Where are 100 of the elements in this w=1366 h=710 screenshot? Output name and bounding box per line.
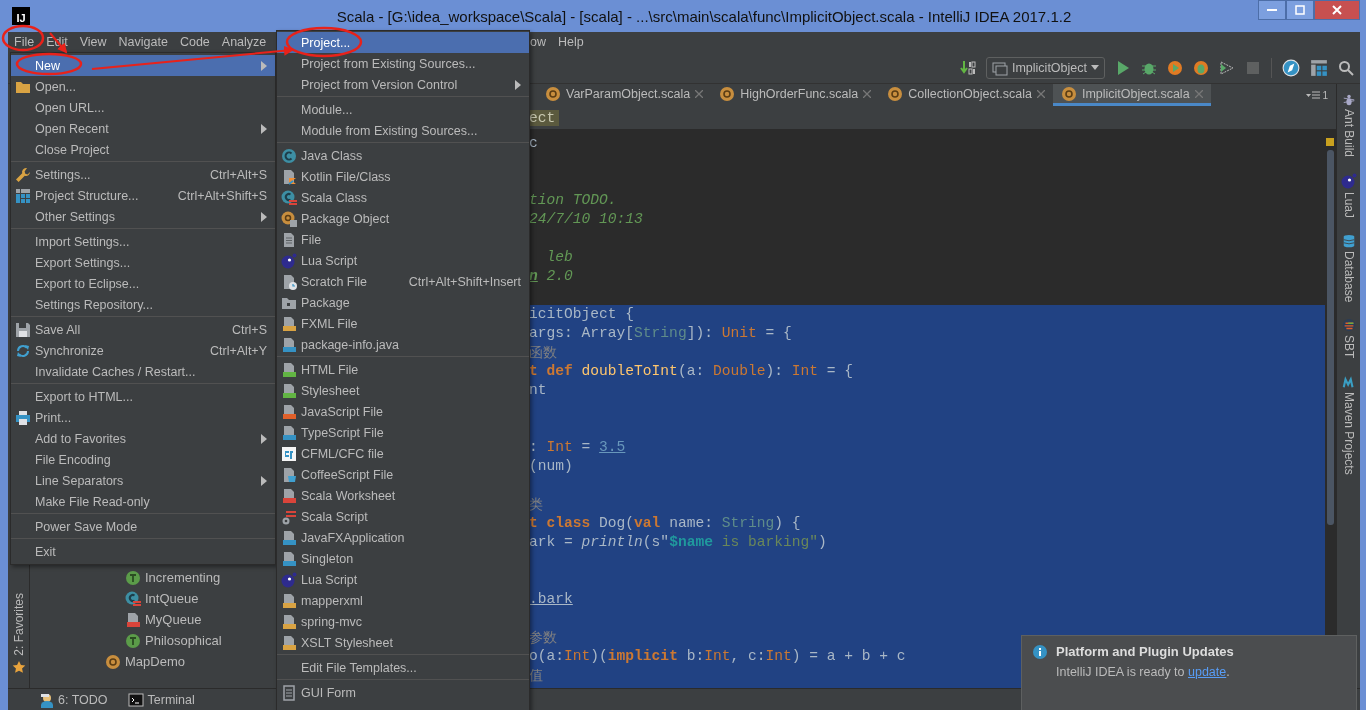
menu-item[interactable]: Singleton xyxy=(277,548,529,569)
menu-item[interactable]: Settings... Ctrl+Alt+S xyxy=(11,164,275,185)
menu-item[interactable]: Stylesheet xyxy=(277,380,529,401)
tool-window-tab[interactable]: LuaJ xyxy=(1341,192,1356,219)
menu-item[interactable]: Package xyxy=(277,292,529,313)
breadcrumb-item[interactable]: ect xyxy=(529,109,560,126)
run-configuration-dropdown[interactable]: ImplicitObject xyxy=(985,56,1105,79)
tree-item[interactable]: IntQueue xyxy=(145,591,199,606)
editor-tab[interactable]: HighOrderFunc.scala xyxy=(711,84,880,106)
menu-item[interactable]: JavaScript File xyxy=(277,401,529,422)
menu-item[interactable]: TypeScript File xyxy=(277,422,529,443)
menu-item[interactable]: Module from Existing Sources... xyxy=(277,120,529,141)
menu-item[interactable]: Make File Read-only xyxy=(11,491,275,512)
tab-list-icon[interactable] xyxy=(1306,90,1321,100)
menu-item[interactable]: Scala Worksheet xyxy=(277,485,529,506)
menu-item[interactable]: File Encoding xyxy=(11,449,275,470)
menu-item[interactable]: Project from Version Control xyxy=(277,74,529,95)
menu-bar-item[interactable]: Code xyxy=(173,35,216,49)
menu-bar-item[interactable]: Analyze xyxy=(215,35,273,49)
menu-item[interactable]: Lua Script xyxy=(277,569,529,590)
menu-item[interactable]: JavaFXApplication xyxy=(277,527,529,548)
maximize-button[interactable] xyxy=(1286,0,1314,20)
object-icon xyxy=(1060,85,1077,102)
menu-item[interactable]: Open URL... xyxy=(11,97,275,118)
menu-item[interactable]: Project... xyxy=(277,32,529,53)
menu-item[interactable]: Project Structure... Ctrl+Alt+Shift+S xyxy=(11,185,275,206)
tool-window-tab[interactable]: 6: TODO xyxy=(58,692,108,707)
lua-icon xyxy=(281,252,297,269)
editor-tab[interactable]: ImplicitObject.scala xyxy=(1052,84,1211,106)
menu-item[interactable]: File xyxy=(277,229,529,250)
menu-item[interactable]: GUI Form xyxy=(277,682,529,703)
menu-item[interactable]: Save All Ctrl+S xyxy=(11,319,275,340)
minimize-button[interactable] xyxy=(1258,0,1286,20)
menu-item[interactable]: Kotlin File/Class xyxy=(277,166,529,187)
menu-item[interactable]: CFML/CFC file xyxy=(277,443,529,464)
menu-item[interactable]: Synchronize Ctrl+Alt+Y xyxy=(11,340,275,361)
file-icon xyxy=(281,529,297,546)
file-icon xyxy=(125,611,141,628)
tree-item[interactable]: Incrementing xyxy=(145,570,221,585)
star-icon xyxy=(11,660,26,674)
menu-item[interactable]: Export to Eclipse... xyxy=(11,273,275,294)
menu-item[interactable]: Settings Repository... xyxy=(11,294,275,315)
tool-window-tab[interactable]: 2: Favorites xyxy=(11,593,26,656)
tool-window-tab[interactable]: Database xyxy=(1341,251,1356,303)
close-icon[interactable] xyxy=(1036,89,1045,98)
close-icon[interactable] xyxy=(1194,89,1203,98)
menu-item[interactable]: Invalidate Caches / Restart... xyxy=(11,361,275,382)
close-icon[interactable] xyxy=(695,89,704,98)
kotlin-file-icon xyxy=(281,168,297,185)
menu-item[interactable]: CoffeeScript File xyxy=(277,464,529,485)
menu-item[interactable]: mapperxml xyxy=(277,590,529,611)
menu-item[interactable]: Open Recent xyxy=(11,118,275,139)
close-button[interactable] xyxy=(1314,0,1360,20)
menu-item[interactable]: Close Project xyxy=(11,139,275,160)
menu-item[interactable]: XSLT Stylesheet xyxy=(277,632,529,653)
menu-item[interactable]: Print... xyxy=(11,407,275,428)
menu-item[interactable]: Lua Script xyxy=(277,250,529,271)
menu-item[interactable]: Export to HTML... xyxy=(11,386,275,407)
menu-item[interactable]: Add to Favorites xyxy=(11,428,275,449)
grid-icon xyxy=(1310,58,1328,77)
menu-item[interactable]: spring-mvc xyxy=(277,611,529,632)
scrollbar-thumb[interactable] xyxy=(1327,150,1334,525)
menu-item[interactable]: Power Save Mode xyxy=(11,516,275,537)
menu-bar-item[interactable]: View xyxy=(73,35,113,49)
menu-item[interactable]: Module... xyxy=(277,99,529,120)
menu-item[interactable]: package-info.java xyxy=(277,334,529,355)
menu-item[interactable]: Scratch File Ctrl+Alt+Shift+Insert xyxy=(277,271,529,292)
close-icon[interactable] xyxy=(863,89,872,98)
tool-window-tab[interactable]: Maven Projects xyxy=(1341,391,1356,475)
tree-item[interactable]: MyQueue xyxy=(145,612,202,627)
menu-item[interactable]: Scala Script xyxy=(277,506,529,527)
menu-item[interactable]: Java Class xyxy=(277,145,529,166)
menu-item[interactable]: Export Settings... xyxy=(11,252,275,273)
menu-item[interactable]: Package Object xyxy=(277,208,529,229)
tool-window-tab[interactable]: SBT xyxy=(1341,335,1356,359)
editor-tab[interactable]: VarParamObject.scala xyxy=(537,84,712,106)
menu-item[interactable]: Exit xyxy=(11,541,275,562)
menu-item[interactable]: Other Settings xyxy=(11,206,275,227)
file-icon xyxy=(281,403,297,420)
tree-item[interactable]: Philosophical xyxy=(145,633,222,648)
tool-window-tab[interactable]: Ant Build xyxy=(1341,109,1356,158)
menu-bar-item[interactable]: ow xyxy=(530,35,552,49)
lua-icon xyxy=(1340,173,1357,190)
tree-item[interactable]: MapDemo xyxy=(125,654,185,669)
menu-item[interactable]: Scala Class xyxy=(277,187,529,208)
menu-bar-item[interactable]: Help xyxy=(552,35,590,49)
code-line: leb xyxy=(545,248,574,267)
menu-item[interactable]: HTML File xyxy=(277,359,529,380)
menu-item[interactable]: Import Settings... xyxy=(11,231,275,252)
menu-bar-item[interactable]: File xyxy=(8,35,41,49)
menu-item[interactable]: Open... xyxy=(11,76,275,97)
editor-tab[interactable]: CollectionObject.scala xyxy=(879,84,1053,106)
menu-item[interactable]: Project from Existing Sources... xyxy=(277,53,529,74)
menu-bar-item[interactable]: Navigate xyxy=(112,35,174,49)
menu-item[interactable]: Edit File Templates... xyxy=(277,657,529,678)
ant-icon xyxy=(1341,92,1356,106)
menu-item[interactable]: FXML File xyxy=(277,313,529,334)
menu-item[interactable]: Line Separators xyxy=(11,470,275,491)
file-icon xyxy=(281,550,297,567)
tool-window-tab[interactable]: Terminal xyxy=(147,692,195,707)
